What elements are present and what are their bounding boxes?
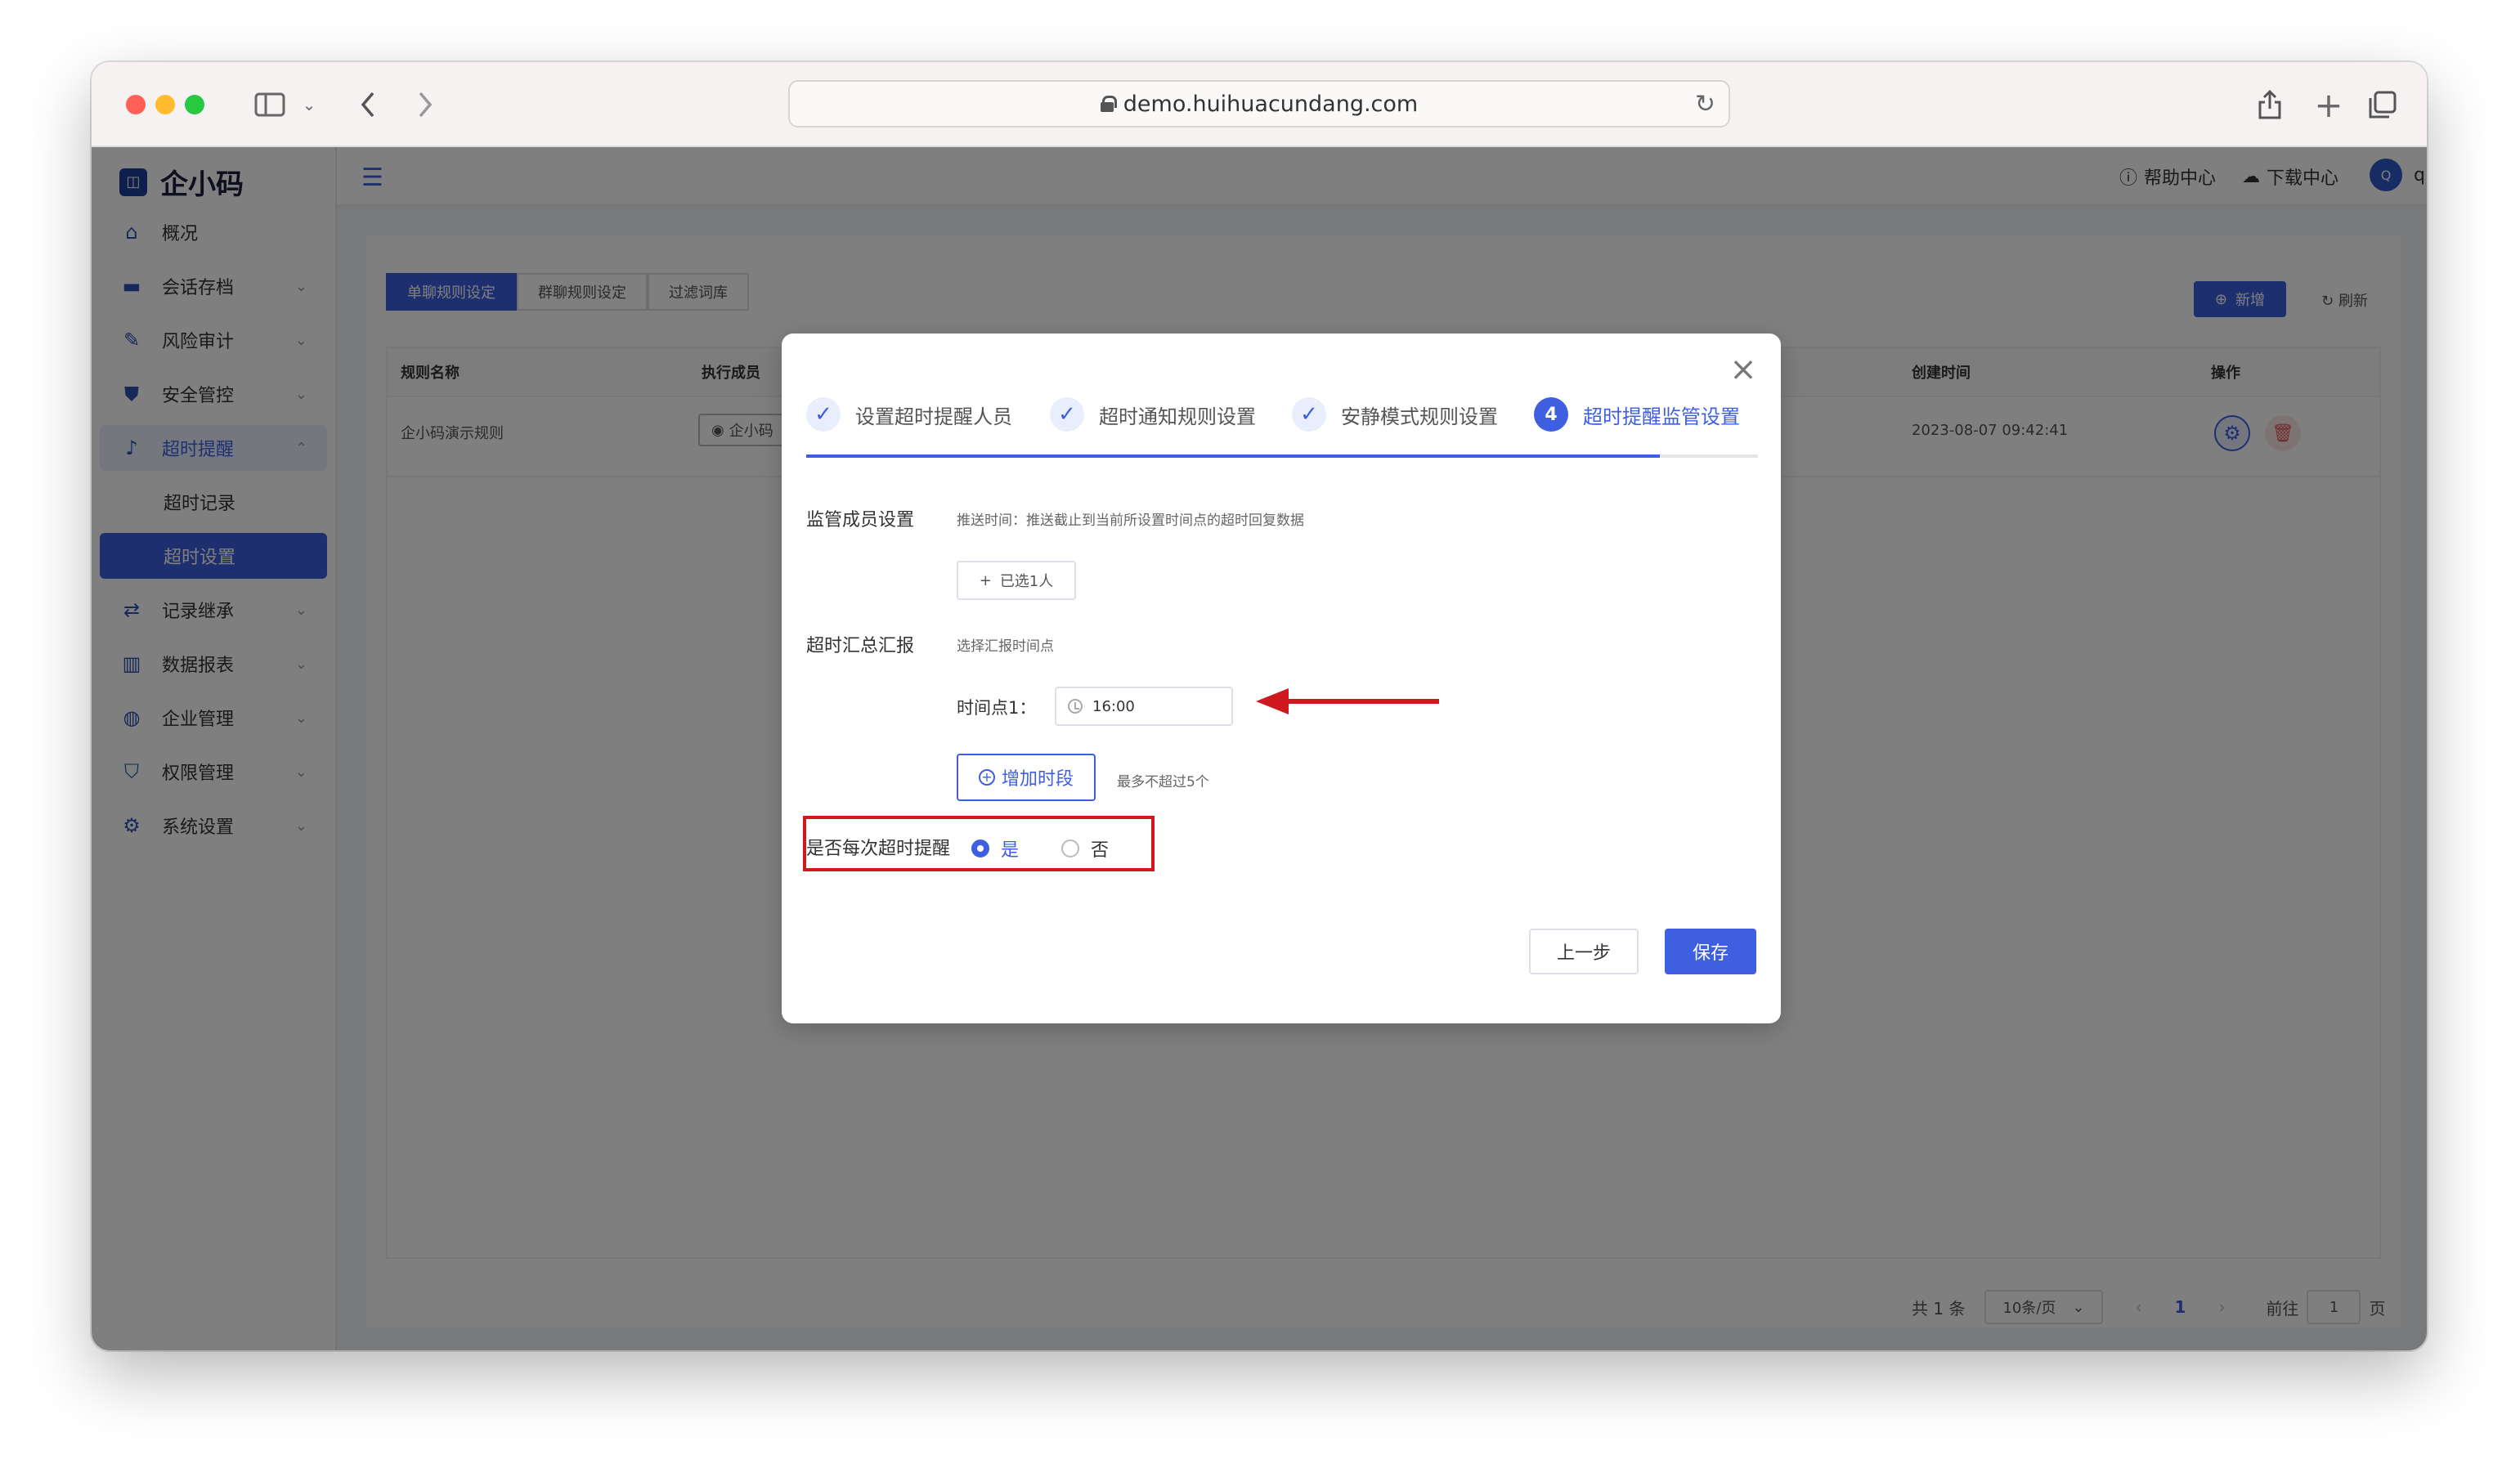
- add-period-hint: 最多不超过5个: [1117, 774, 1209, 790]
- address-bar[interactable]: demo.huihuacundang.com ↻: [788, 80, 1730, 128]
- minimize-window-button[interactable]: [155, 95, 175, 114]
- chevron-down-icon[interactable]: ⌄: [299, 87, 319, 123]
- step-1: ✓ 设置超时提醒人员: [806, 397, 1012, 432]
- supervisor-hint: 推送时间：推送截止到当前所设置时间点的超时回复数据: [957, 513, 1304, 529]
- step-3: ✓ 安静模式规则设置: [1292, 397, 1498, 432]
- timepoint-input[interactable]: 16:00: [1055, 687, 1233, 726]
- tabs-overview-icon[interactable]: [2366, 87, 2399, 123]
- each-timeout-label: 是否每次超时提醒: [806, 839, 951, 859]
- step-number: 4: [1534, 397, 1568, 432]
- plus-icon: +: [979, 571, 992, 589]
- previous-step-button[interactable]: 上一步: [1529, 929, 1639, 974]
- check-icon: ✓: [1050, 397, 1084, 432]
- save-button[interactable]: 保存: [1665, 929, 1756, 974]
- timepoint-label: 时间点1：: [957, 698, 1037, 718]
- annotation-arrow-icon: [1256, 688, 1439, 714]
- step-2: ✓ 超时通知规则设置: [1050, 397, 1256, 432]
- share-icon[interactable]: [2253, 87, 2286, 123]
- forward-icon[interactable]: [409, 87, 442, 123]
- add-period-button[interactable]: + 增加时段: [957, 754, 1096, 801]
- select-members-button[interactable]: + 已选1人: [957, 561, 1076, 600]
- browser-toolbar: ⌄ demo.huihuacundang.com ↻ +: [92, 62, 2427, 147]
- summary-label: 超时汇总汇报: [806, 636, 915, 656]
- settings-modal: × ✓ 设置超时提醒人员 ✓ 超时通知规则设置 ✓ 安静模式规则设置 4 超时提…: [782, 334, 1781, 1023]
- lock-icon: [1100, 96, 1117, 112]
- back-icon[interactable]: [352, 87, 384, 123]
- maximize-window-button[interactable]: [185, 95, 204, 114]
- new-tab-icon[interactable]: +: [2312, 85, 2345, 125]
- close-window-button[interactable]: [126, 95, 146, 114]
- radio-dot: [1061, 839, 1079, 857]
- supervisor-label: 监管成员设置: [806, 510, 915, 531]
- radio-yes[interactable]: 是: [971, 835, 1019, 862]
- radio-dot: [971, 839, 989, 857]
- url-text: demo.huihuacundang.com: [1123, 91, 1419, 117]
- close-icon[interactable]: ×: [1729, 353, 1758, 386]
- reload-icon[interactable]: ↻: [1695, 90, 1715, 119]
- stepper-progress: [806, 454, 1758, 458]
- stepper: ✓ 设置超时提醒人员 ✓ 超时通知规则设置 ✓ 安静模式规则设置 4 超时提醒监…: [806, 397, 1758, 463]
- check-icon: ✓: [1292, 397, 1326, 432]
- sidebar-toggle-icon[interactable]: [252, 87, 288, 123]
- step-4: 4 超时提醒监管设置: [1534, 397, 1740, 432]
- plus-circle-icon: +: [978, 769, 995, 786]
- check-icon: ✓: [806, 397, 841, 432]
- clock-icon: [1068, 699, 1083, 714]
- radio-no[interactable]: 否: [1061, 835, 1109, 862]
- summary-hint: 选择汇报时间点: [957, 638, 1054, 655]
